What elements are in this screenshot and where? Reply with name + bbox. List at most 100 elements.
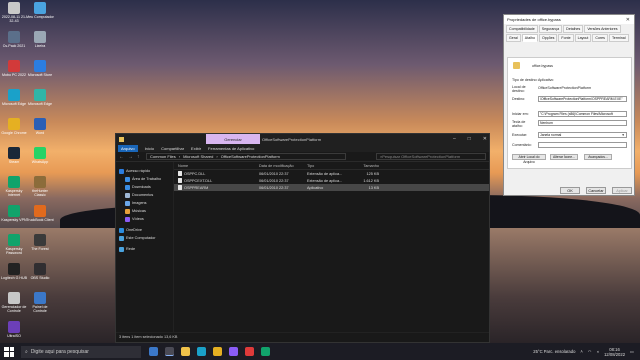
desktop-icon[interactable]: Gerenciador de Controle [0, 292, 28, 318]
explorer-titlebar: Gerenciar OfficeSoftwareProtectionPlatfo… [116, 134, 489, 144]
tab-atalho[interactable]: Atalho [521, 34, 538, 42]
desktop-icon[interactable]: Painel de Controle [26, 292, 54, 318]
minimize-icon[interactable]: – [453, 136, 456, 142]
taskbar-search[interactable]: ⌕ Digite aqui para pesquisar [21, 345, 141, 358]
forward-icon[interactable]: → [128, 154, 134, 160]
hotkey-input[interactable]: Nenhum [538, 120, 627, 126]
desktop-icon[interactable]: The Forest [26, 234, 54, 260]
nav-item[interactable]: Músicas [116, 207, 173, 215]
path-segment[interactable]: Common Files [150, 154, 176, 159]
desktop-icon[interactable]: TruckBook Client [26, 205, 54, 231]
ribbon-tab[interactable]: Compartilhar [161, 146, 184, 151]
desktop-icon[interactable]: theHunter Classic [26, 176, 54, 202]
comment-input[interactable] [538, 142, 627, 148]
weather-widget[interactable]: 25°C Parc. ensolarado [533, 349, 575, 354]
desktop-icon[interactable]: WhatsApp [26, 147, 54, 173]
path-segment[interactable]: Microsoft Shared [183, 154, 213, 159]
taskbar-app-icon[interactable] [165, 347, 174, 356]
desktop-icon[interactable]: Cs-Pack 2021 [0, 31, 28, 57]
nav-item[interactable]: Vídeos [116, 215, 173, 223]
tab-geral[interactable]: Geral [506, 34, 521, 42]
taskbar-app-icon[interactable] [245, 347, 254, 356]
status-bar: 3 itens 1 item selecionado 13,6 KB [116, 332, 489, 341]
taskbar-app-icon[interactable] [213, 347, 222, 356]
maximize-icon[interactable]: □ [468, 136, 471, 142]
volume-icon[interactable]: ◖ [597, 349, 600, 354]
table-row[interactable]: OSPPC.DLL 06/01/2010 22:37 Extensão de apl… [174, 170, 489, 177]
nav-item[interactable]: Documentos [116, 191, 173, 199]
nav-item[interactable]: Rede [116, 245, 173, 253]
desktop-icon[interactable]: OBS Studio [26, 263, 54, 289]
column-name[interactable]: Nome [174, 164, 259, 168]
clock-date: 12/08/2022 [604, 351, 626, 357]
notification-icon[interactable]: ▭ [630, 349, 634, 354]
desktop-icon[interactable]: Google Chrome [0, 118, 28, 144]
desktop-icon[interactable]: Kaspersky VPN [0, 205, 28, 231]
tab-detalhes[interactable]: Detalhes [563, 25, 584, 33]
taskbar-app-icon[interactable] [181, 347, 190, 356]
back-icon[interactable]: ← [119, 154, 125, 160]
desktop-icon[interactable]: Mobo PC 2022 [0, 60, 28, 86]
path-segment[interactable]: OfficeSoftwareProtectionPlatform [221, 154, 280, 159]
system-tray: 25°C Parc. ensolarado ˄ ◠ ◖ 08:16 12/08/… [533, 347, 640, 357]
nav-item[interactable]: OneDrive [116, 226, 173, 234]
ribbon-tab[interactable]: Exibir [191, 146, 201, 151]
tab-opções[interactable]: Opções [539, 34, 558, 42]
change-icon-button[interactable]: Alterar Ícone... [550, 154, 578, 160]
taskbar-app-icon[interactable] [149, 347, 158, 356]
tab-cores[interactable]: Cores [592, 34, 608, 42]
app-icon [34, 118, 46, 130]
run-select[interactable]: Janela normal ▾ [538, 132, 627, 138]
up-icon[interactable]: ↑ [137, 154, 143, 160]
desktop-icon[interactable]: Microsoft Store [26, 60, 54, 86]
column-type[interactable]: Tipo [307, 164, 348, 168]
desktop-icon[interactable]: Microsoft Edge [0, 89, 28, 115]
search-input[interactable]: ⌕ Pesquisar OfficeSoftwareProtectionPlat… [376, 153, 486, 160]
desktop-icon[interactable]: Logitech G HUB [0, 263, 28, 289]
cancel-button[interactable]: Cancelar [586, 187, 606, 194]
address-bar[interactable]: Common Files › Microsoft Shared › OfficeSo… [146, 153, 346, 160]
desktop-icon[interactable]: Steam [0, 147, 28, 173]
start-in-input[interactable]: "C:\Program Files (x86)\Common Files\Mic… [538, 111, 627, 117]
nav-item[interactable]: Área de Trabalho [116, 175, 173, 183]
desktop-icon[interactable]: Lixeira [26, 31, 54, 57]
desktop-icon[interactable]: Word [26, 118, 54, 144]
desktop-icon[interactable]: Kaspersky Internet [0, 176, 28, 202]
taskbar-app-icon[interactable] [229, 347, 238, 356]
nav-item[interactable]: Este Computador [116, 234, 173, 242]
table-row[interactable]: OSPPREARM 06/01/2010 22:37 Aplicativo 13 KB [174, 184, 489, 191]
column-size[interactable]: Tamanho [348, 164, 383, 168]
close-icon[interactable]: ✕ [626, 17, 630, 23]
desktop-icon[interactable]: Meu Computador [26, 2, 54, 28]
desktop-icon[interactable]: 2022-08-11 21-32-43 [0, 2, 28, 28]
nav-item[interactable]: Acesso rápido [116, 167, 173, 175]
windows-start-icon[interactable] [4, 346, 14, 357]
table-row[interactable]: OSPPCEXT.DLL 06/01/2010 22:37 Extensão de … [174, 177, 489, 184]
chevron-up-icon[interactable]: ˄ [580, 349, 582, 354]
tab-terminal[interactable]: Terminal [608, 34, 629, 42]
desktop-icon[interactable]: Kaspersky Password [0, 234, 28, 260]
ribbon-tab[interactable]: Ferramentas de Aplicativo [208, 146, 254, 151]
ribbon-tab[interactable]: Início [145, 146, 155, 151]
desktop-icon[interactable]: Microsoft Edge [26, 89, 54, 115]
taskbar-app-icon[interactable] [197, 347, 206, 356]
nav-item[interactable]: Imagens [116, 199, 173, 207]
tab-segurança[interactable]: Segurança [538, 25, 563, 33]
open-file-location-button[interactable]: Abrir Local do Arquivo [512, 154, 546, 164]
column-date[interactable]: Data de modificação [259, 164, 307, 168]
network-icon[interactable]: ◠ [588, 349, 592, 354]
target-input[interactable]: \OfficeSoftwareProtectionPlatform\OSPPRE… [538, 96, 627, 102]
clock[interactable]: 08:16 12/08/2022 [604, 347, 625, 357]
close-icon[interactable]: ✕ [483, 136, 487, 142]
tab-compatibilidade[interactable]: Compatibilidade [506, 25, 538, 33]
advanced-button[interactable]: Avançados... [584, 154, 612, 160]
nav-item[interactable]: Downloads [116, 183, 173, 191]
manage-tab[interactable]: Gerenciar [206, 134, 260, 144]
ok-button[interactable]: OK [560, 187, 580, 194]
taskbar-app-icon[interactable] [261, 347, 270, 356]
tab-layout[interactable]: Layout [574, 34, 592, 42]
tab-fonte[interactable]: Fonte [558, 34, 574, 42]
ribbon-tab[interactable]: Arquivo [118, 144, 138, 152]
apply-button[interactable]: Aplicar [612, 187, 632, 194]
tab-versões-anteriores[interactable]: Versões Anteriores [584, 25, 621, 33]
